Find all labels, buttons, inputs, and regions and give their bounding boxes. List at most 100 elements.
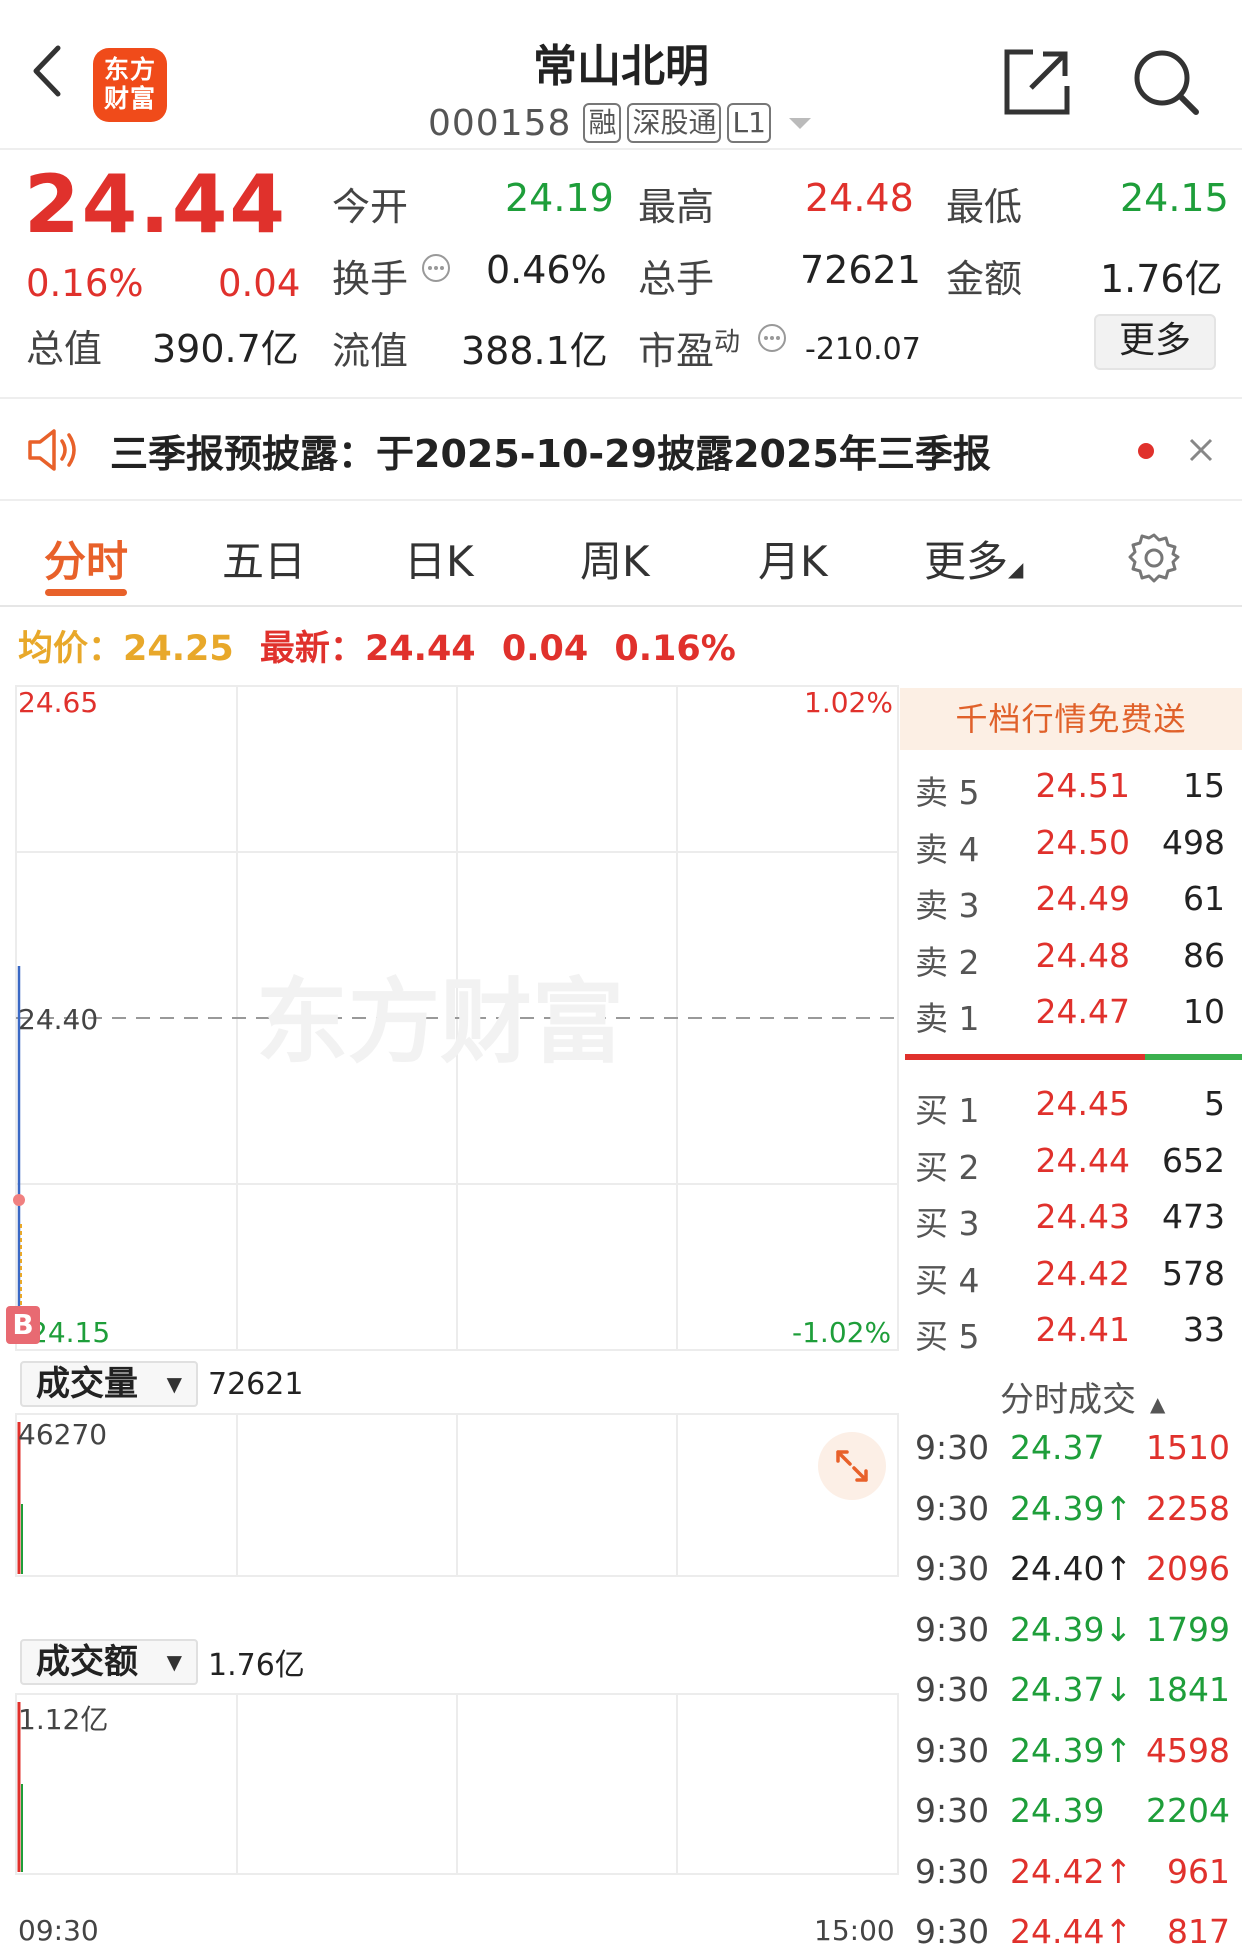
bid-row[interactable]: 买 1 24.45 5 [915,1076,1225,1132]
bid-row[interactable]: 买 3 24.43 473 [915,1189,1225,1245]
bid-volume: 473 [1162,1197,1225,1236]
trade-volume: 4598 [1146,1730,1230,1770]
external-share-icon[interactable] [1003,48,1071,116]
ask-volume: 86 [1183,935,1225,975]
ask-row[interactable]: 卖 2 24.48 86 [915,928,1225,984]
ask-volume: 498 [1162,822,1225,862]
trade-time: 9:30 [915,1912,990,1949]
volume-max-label: 46270 [18,1418,108,1451]
tab-five-day[interactable]: 五日 [222,528,306,589]
search-icon[interactable] [1130,46,1202,118]
tab-daily-k[interactable]: 日K [404,528,474,589]
trade-price: 24.37 [1010,1428,1105,1467]
trade-row: 9:30 24.37 1510 [915,1420,1230,1480]
period-tabs: 分时 五日 日K 周K 月K 更多◢ [0,503,1242,607]
trade-row: 9:30 24.39↑ 2258 [915,1481,1230,1541]
trade-volume: 2096 [1146,1549,1230,1588]
ask-price: 24.47 [1035,992,1130,1031]
ask-ratio-bar [905,1054,1145,1060]
tab-weekly-k[interactable]: 周K [580,528,650,589]
trade-ticks-title[interactable]: 分时成交 ▲ [1000,1372,1165,1421]
trade-price: 24.44↑ [1010,1912,1133,1949]
top-bar: 东方 财富 常山北明 000158 融 深股通 L1 [0,0,1242,150]
tab-monthly-k[interactable]: 月K [758,528,828,589]
trade-row: 9:30 24.42↑ 961 [915,1844,1230,1904]
trade-price: 24.42↑ [1010,1851,1133,1891]
trade-row: 9:30 24.37↓ 1841 [915,1662,1230,1722]
ask-volume: 61 [1183,879,1225,918]
trade-price: 24.39 [1010,1791,1105,1830]
chart-info-line: 均价：24.25 最新：24.44 0.04 0.16% [18,629,736,669]
trade-row: 9:30 24.39↑ 4598 [915,1723,1230,1783]
volume-header: 成交量 ▼ 72621 [20,1358,303,1410]
watermark-text: 东方财富 [256,969,624,1076]
trade-price: 24.39↓ [1010,1609,1133,1649]
notice-bar[interactable]: 三季报预披露：于2025-10-29披露2025年三季报 [0,397,1242,501]
amount-header: 成交额 ▼ 1.76亿 [20,1636,305,1688]
y-axis-min: 24.15 [30,1316,111,1349]
total-value-label: 总值 [26,327,103,371]
trade-row: 9:30 24.39 2204 [915,1783,1230,1843]
change-percent: 0.16% [26,262,144,305]
ask-label: 卖 2 [915,942,980,982]
low-value: 24.15 [1120,176,1229,220]
level2-promo-banner[interactable]: 千档行情免费送 [900,688,1242,750]
info-dots-icon[interactable] [756,322,788,354]
bid-row[interactable]: 买 4 24.42 578 [915,1246,1225,1302]
trade-row: 9:30 24.44↑ 817 [915,1904,1230,1949]
current-price: 24.44 [24,158,288,251]
open-value: 24.19 [505,176,614,220]
total-value: 390.7亿 [152,327,299,371]
open-label: 今开 [332,185,409,229]
tab-more[interactable]: 更多◢ [924,528,1023,589]
expand-button[interactable] [818,1432,886,1500]
tag-level: L1 [727,103,771,143]
gear-icon[interactable] [1128,531,1180,583]
ask-row[interactable]: 卖 1 24.47 10 [915,984,1225,1040]
ask-label: 卖 5 [915,773,980,812]
more-quote-button[interactable]: 更多 [1094,314,1216,370]
time-axis-start: 09:30 [18,1914,99,1947]
amount-selector[interactable]: 成交额 ▼ [20,1639,198,1685]
dropdown-triangle-icon[interactable] [787,115,813,131]
ask-row[interactable]: 卖 3 24.49 61 [915,871,1225,927]
bid-label: 买 1 [915,1091,980,1130]
float-value-label: 流值 [332,329,409,373]
tag-connect: 深股通 [627,103,722,143]
pct-axis-min: -1.02% [792,1316,892,1349]
pct-axis-max: 1.02% [804,686,893,719]
amount-max-label: 1.12亿 [18,1703,109,1736]
buy-marker-badge[interactable]: B [6,1306,40,1344]
ask-label: 卖 4 [915,829,980,869]
trade-volume: 1510 [1146,1428,1230,1467]
trade-time: 9:30 [915,1488,990,1528]
change-amount: 0.04 [218,262,301,305]
tab-intraday[interactable]: 分时 [44,528,128,589]
amount-total: 1.76亿 [208,1648,305,1683]
y-axis-max: 24.65 [18,686,99,719]
ask-price: 24.48 [1035,935,1130,975]
info-dots-icon[interactable] [420,252,452,284]
trade-volume: 817 [1167,1912,1230,1949]
ask-row[interactable]: 卖 5 24.51 15 [915,758,1225,814]
intraday-chart[interactable]: 东方财富 [0,684,900,1949]
trade-row: 9:30 24.40↑ 2096 [915,1541,1230,1601]
high-label: 最高 [638,185,715,229]
trade-volume: 1841 [1146,1670,1230,1709]
bid-label: 买 3 [915,1204,980,1243]
stock-code: 000158 [428,102,572,144]
trade-volume: 961 [1167,1851,1230,1891]
volume-selector[interactable]: 成交量 ▼ [20,1361,198,1407]
bid-row[interactable]: 买 5 24.41 33 [915,1302,1225,1358]
bid-label: 买 4 [915,1260,980,1300]
bid-row[interactable]: 买 2 24.44 652 [915,1133,1225,1189]
low-label: 最低 [946,185,1023,229]
ask-volume: 15 [1183,766,1225,805]
ask-row[interactable]: 卖 4 24.50 498 [915,815,1225,871]
trade-time: 9:30 [915,1428,990,1467]
trade-price: 24.39↑ [1010,1730,1133,1770]
close-icon[interactable] [1188,437,1214,463]
bid-volume: 578 [1162,1253,1225,1293]
ask-price: 24.49 [1035,879,1130,918]
time-axis-end: 15:00 [814,1914,895,1947]
